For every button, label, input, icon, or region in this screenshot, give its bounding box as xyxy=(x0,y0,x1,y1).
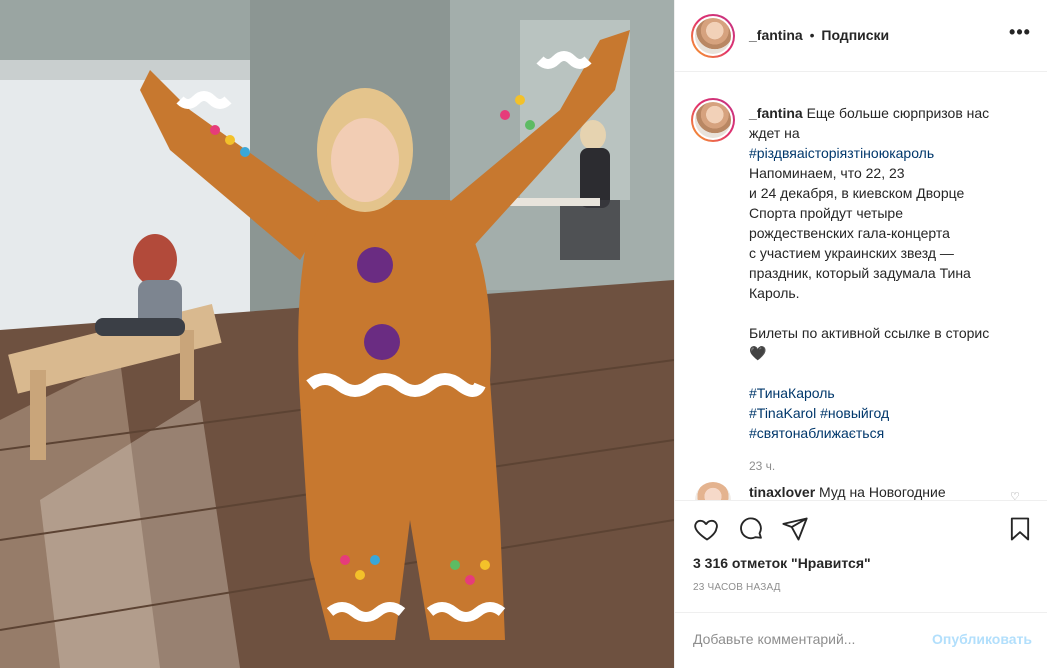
like-heart-icon[interactable] xyxy=(693,515,721,543)
bookmark-icon[interactable] xyxy=(1006,515,1034,543)
caption-line-5: и 24 декабря, в киевском Дворце xyxy=(749,185,965,201)
likes-count[interactable]: 3 316 отметок "Нравится" xyxy=(693,555,871,571)
action-bar xyxy=(675,500,1047,556)
caption-line-8: с участием украинских звезд — xyxy=(749,245,954,261)
hashtag-link[interactable]: #різдвяаісторіязтіноюкароль xyxy=(749,143,1031,163)
more-options-icon[interactable]: ••• xyxy=(1008,22,1032,46)
commenter-username[interactable]: tinaxlover xyxy=(749,484,815,500)
caption-line-1: Еще больше сюрпризов нас xyxy=(806,105,990,121)
caption-text: _fantina Еще больше сюрпризов нас ждет н… xyxy=(749,103,1031,443)
caption-line-2: ждет на xyxy=(749,125,800,141)
author-line: _fantina • Подписки xyxy=(749,27,889,43)
instagram-post-view: _fantina • Подписки ••• _fantina Еще бол… xyxy=(0,0,1047,668)
caption-blank-1 xyxy=(749,303,1031,323)
caption-avatar[interactable] xyxy=(691,98,735,142)
caption-line-7: рождественских гала-концерта xyxy=(749,225,950,241)
caption-username[interactable]: _fantina xyxy=(749,105,803,121)
black-heart-emoji: 🖤 xyxy=(749,345,767,361)
hashtag-link[interactable]: #ТинаКароль xyxy=(749,383,1031,403)
caption-line-9: праздник, который задумала Тина xyxy=(749,265,971,281)
comment-input[interactable]: Добавьте комментарий... xyxy=(693,631,855,647)
post-side-panel: _fantina • Подписки ••• _fantina Еще бол… xyxy=(674,0,1047,668)
add-comment-bar: Добавьте комментарий... Опубликовать xyxy=(675,612,1047,668)
publish-button[interactable]: Опубликовать xyxy=(932,631,1032,647)
author-avatar[interactable] xyxy=(691,14,735,58)
post-header: _fantina • Подписки ••• xyxy=(675,0,1047,72)
comment-bubble-icon[interactable] xyxy=(737,515,765,543)
gingerbread-costume-photo xyxy=(0,0,674,668)
paper-plane-icon[interactable] xyxy=(781,515,809,543)
hashtag-link[interactable]: #TinaKarol #новыйгод xyxy=(749,403,1031,423)
comments-section[interactable]: _fantina Еще больше сюрпризов нас ждет н… xyxy=(675,72,1047,500)
commenter-avatar[interactable] xyxy=(695,482,731,500)
hashtag-link[interactable]: #святонаближається xyxy=(749,423,1031,443)
post-timestamp[interactable]: 23 ЧАСОВ НАЗАД xyxy=(693,582,781,593)
comment-body: Муд на Новогодние xyxy=(819,484,946,500)
following-button[interactable]: Подписки xyxy=(821,27,889,43)
comment-like-icon[interactable]: ♡ xyxy=(1010,490,1022,500)
caption-line-10: Кароль. xyxy=(749,285,800,301)
caption-blank-2 xyxy=(749,363,1031,383)
author-username[interactable]: _fantina xyxy=(749,27,803,43)
caption-line-4: Напоминаем, что 22, 23 xyxy=(749,165,905,181)
post-photo[interactable] xyxy=(0,0,674,668)
separator-dot: • xyxy=(809,27,815,43)
comment-text: tinaxlover Муд на Новогодние xyxy=(749,484,946,500)
caption-line-6: Спорта пройдут четыре xyxy=(749,205,903,221)
caption-timestamp[interactable]: 23 ч. xyxy=(749,459,775,473)
caption-line-12: Билеты по активной ссылке в сторис xyxy=(749,325,990,341)
